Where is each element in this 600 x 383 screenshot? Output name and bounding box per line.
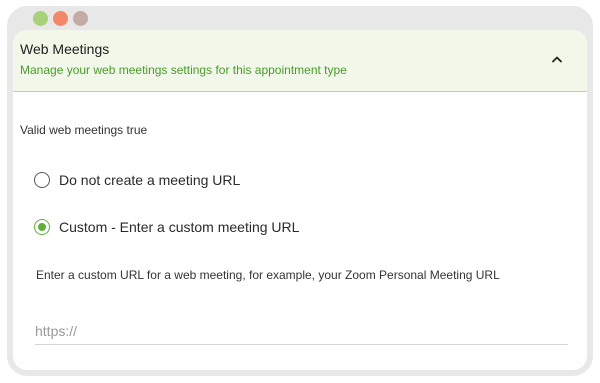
radio-option-custom-url[interactable]: Custom - Enter a custom meeting URL bbox=[34, 219, 299, 235]
section-title: Web Meetings bbox=[20, 41, 110, 57]
taupe-dot-icon[interactable] bbox=[73, 11, 88, 26]
custom-url-help-text: Enter a custom URL for a web meeting, fo… bbox=[36, 268, 500, 282]
green-dot-icon[interactable] bbox=[33, 11, 48, 26]
radio-option-no-url[interactable]: Do not create a meeting URL bbox=[34, 172, 240, 188]
radio-label: Do not create a meeting URL bbox=[59, 172, 241, 188]
chevron-up-icon bbox=[552, 56, 562, 63]
validation-status-text: Valid web meetings true bbox=[20, 123, 148, 137]
red-dot-icon[interactable] bbox=[53, 11, 68, 26]
window-controls bbox=[33, 11, 88, 26]
app-window: Web Meetings Manage your web meetings se… bbox=[7, 6, 593, 376]
custom-url-input[interactable] bbox=[35, 318, 568, 345]
web-meetings-panel: Web Meetings Manage your web meetings se… bbox=[13, 30, 587, 370]
radio-dot bbox=[38, 223, 46, 231]
radio-label: Custom - Enter a custom meeting URL bbox=[59, 219, 300, 235]
section-header[interactable]: Web Meetings Manage your web meetings se… bbox=[13, 30, 587, 92]
radio-button[interactable] bbox=[34, 172, 50, 188]
radio-button-selected[interactable] bbox=[34, 219, 50, 235]
collapse-button[interactable] bbox=[549, 51, 565, 67]
section-subtitle: Manage your web meetings settings for th… bbox=[20, 63, 347, 77]
